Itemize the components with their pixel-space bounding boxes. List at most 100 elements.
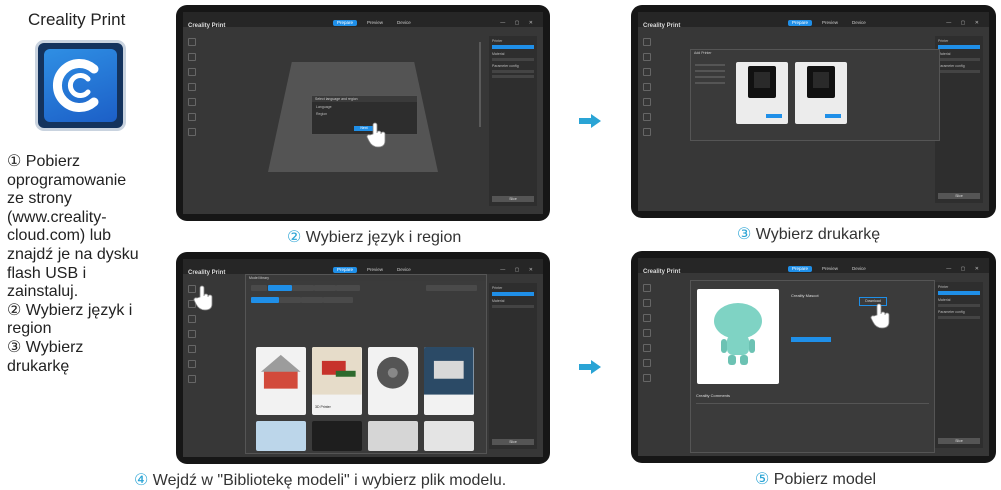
tool-icon[interactable]	[188, 83, 196, 91]
tool-icon[interactable]	[643, 359, 651, 367]
param-row[interactable]	[492, 75, 534, 78]
add-printer-button[interactable]	[825, 114, 841, 118]
model-card[interactable]	[368, 421, 418, 451]
window-controls[interactable]: — ▢ ✕	[946, 20, 983, 26]
tab-preview[interactable]: Preview	[818, 20, 842, 26]
model-card[interactable]	[368, 347, 418, 415]
slice-button[interactable]: Slice	[492, 439, 534, 445]
param-row[interactable]	[938, 70, 980, 73]
step-number: ③	[737, 226, 752, 243]
window-controls[interactable]: — ▢ ✕	[500, 267, 537, 273]
tool-icon[interactable]	[188, 128, 196, 136]
model-card[interactable]	[256, 421, 306, 451]
category-row[interactable]	[695, 70, 725, 72]
category-chip[interactable]	[314, 285, 336, 291]
tool-icon[interactable]	[188, 113, 196, 121]
subcategory-chip[interactable]	[279, 297, 301, 303]
instruction-line: drukarkę	[7, 357, 70, 375]
language-dialog: Select language and region Language Regi…	[311, 95, 418, 135]
tool-icon[interactable]	[643, 299, 651, 307]
slice-button[interactable]: Slice	[938, 438, 980, 444]
right-panel: Printer Material Parameter config Slice	[935, 282, 983, 448]
search-input[interactable]	[426, 285, 477, 291]
tab-device[interactable]: Device	[848, 266, 870, 272]
model-card[interactable]	[424, 347, 474, 415]
tool-icon[interactable]	[643, 113, 651, 121]
subcategory-chip[interactable]	[323, 297, 353, 303]
window-controls[interactable]: — ▢ ✕	[946, 266, 983, 272]
tool-icon[interactable]	[643, 329, 651, 337]
left-toolbar	[642, 284, 652, 436]
subcategory-chip[interactable]	[301, 297, 323, 303]
tool-icon[interactable]	[643, 53, 651, 61]
tab-prepare[interactable]: Prepare	[333, 20, 358, 26]
category-chip[interactable]	[336, 285, 360, 291]
material-header: Material	[938, 298, 951, 302]
tab-prepare[interactable]: Prepare	[333, 267, 358, 273]
category-chip[interactable]	[268, 285, 292, 291]
printer-card[interactable]	[736, 62, 788, 124]
category-row[interactable]	[695, 82, 725, 84]
model-card[interactable]	[424, 421, 474, 451]
subcategory-chip[interactable]	[251, 297, 279, 303]
tab-preview[interactable]: Preview	[363, 20, 387, 26]
tool-icon[interactable]	[188, 345, 196, 353]
printer-select[interactable]	[492, 292, 534, 296]
tool-icon[interactable]	[188, 375, 196, 383]
instruction-line: (www.creality-	[7, 208, 107, 226]
window-controls[interactable]: — ▢ ✕	[500, 20, 537, 26]
tool-icon[interactable]	[643, 128, 651, 136]
tool-icon[interactable]	[643, 98, 651, 106]
tab-prepare[interactable]: Prepare	[788, 20, 813, 26]
material-row[interactable]	[938, 58, 980, 61]
param-row[interactable]	[938, 316, 980, 319]
param-header: Parameter config	[492, 64, 519, 68]
tool-icon[interactable]	[643, 314, 651, 322]
tab-device[interactable]: Device	[393, 267, 415, 273]
tab-preview[interactable]: Preview	[818, 266, 842, 272]
tool-icon[interactable]	[643, 284, 651, 292]
model-card[interactable]: 3D Printer	[312, 347, 362, 415]
tool-icon[interactable]	[188, 98, 196, 106]
tool-icon[interactable]	[188, 38, 196, 46]
tool-icon[interactable]	[643, 83, 651, 91]
printer-select[interactable]	[492, 45, 534, 49]
print-profile-bar[interactable]	[791, 337, 831, 342]
step-text-link: Bibliotekę modeli	[223, 472, 345, 489]
layer-slider[interactable]	[479, 42, 481, 127]
tab-prepare[interactable]: Prepare	[788, 266, 813, 272]
category-chip[interactable]	[292, 285, 314, 291]
tool-icon[interactable]	[188, 360, 196, 368]
right-panel: Printer Material Parameter config Slice	[935, 36, 983, 203]
model-card[interactable]	[256, 347, 306, 415]
tab-device[interactable]: Device	[393, 20, 415, 26]
printer-select[interactable]	[938, 291, 980, 295]
tool-icon[interactable]	[188, 330, 196, 338]
tool-icon[interactable]	[643, 374, 651, 382]
material-row[interactable]	[492, 58, 534, 61]
add-printer-button[interactable]	[766, 114, 782, 118]
tool-icon[interactable]	[643, 344, 651, 352]
tool-icon[interactable]	[643, 38, 651, 46]
gear-model-image	[376, 356, 409, 389]
step-text: Wybierz język i region	[305, 229, 462, 246]
material-row[interactable]	[492, 305, 534, 308]
printer-card[interactable]	[795, 62, 847, 124]
slice-button[interactable]: Slice	[492, 196, 534, 202]
tool-icon[interactable]	[188, 68, 196, 76]
category-row[interactable]	[695, 64, 725, 66]
material-row[interactable]	[938, 304, 980, 307]
tab-device[interactable]: Device	[848, 20, 870, 26]
main-tabs: Prepare Preview Device	[788, 20, 870, 26]
category-row[interactable]	[695, 76, 725, 78]
instruction-line: znajdź je na dysku	[7, 245, 139, 263]
slice-button[interactable]: Slice	[938, 193, 980, 199]
tool-icon[interactable]	[188, 53, 196, 61]
tab-preview[interactable]: Preview	[363, 267, 387, 273]
printer-select[interactable]	[938, 45, 980, 49]
param-row[interactable]	[492, 70, 534, 73]
category-chip[interactable]	[251, 285, 267, 291]
model-card[interactable]	[312, 421, 362, 451]
tool-icon[interactable]	[188, 315, 196, 323]
tool-icon[interactable]	[643, 68, 651, 76]
